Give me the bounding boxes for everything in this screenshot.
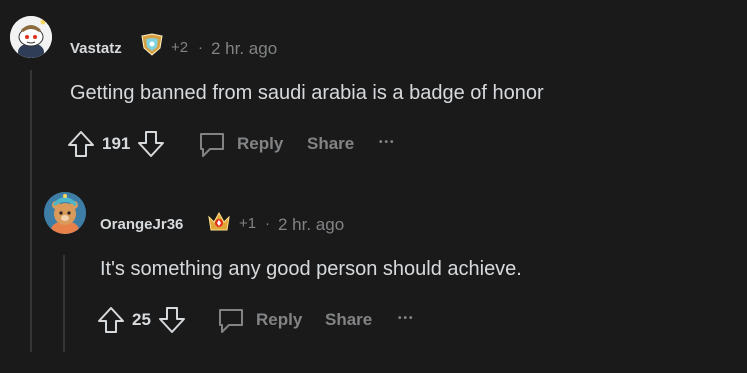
comment-actions: 25 [96, 304, 187, 336]
bear-avatar-icon [44, 192, 86, 234]
more-options-button[interactable]: ••• [398, 302, 415, 334]
timestamp[interactable]: 2 hr. ago [211, 39, 277, 59]
reply-label: Reply [256, 310, 303, 329]
reply-button[interactable]: Reply [197, 128, 283, 160]
more-options-button[interactable]: ••• [379, 126, 396, 158]
meta-separator: · [198, 39, 203, 56]
vote-count: 191 [102, 134, 131, 153]
downvote-arrow-icon[interactable] [136, 129, 166, 159]
karma-indicator: +1 [239, 215, 257, 232]
comment-body: It's something any good person should ac… [100, 258, 522, 280]
shield-award-icon[interactable] [139, 33, 165, 57]
timestamp[interactable]: 2 hr. ago [278, 215, 344, 235]
meta-separator: · [265, 215, 270, 232]
share-button[interactable]: Share [307, 128, 354, 160]
thread-line-root[interactable] [30, 70, 32, 352]
more-options-icon: ••• [379, 136, 396, 148]
reply-label: Reply [237, 134, 284, 153]
comment-bubble-icon [216, 305, 246, 335]
snoo-avatar-icon [10, 16, 52, 58]
karma-indicator: +2 [171, 39, 189, 56]
share-label: Share [307, 134, 355, 153]
avatar[interactable] [44, 192, 86, 234]
username[interactable]: Vastatz [70, 40, 122, 57]
share-label: Share [325, 310, 373, 329]
username[interactable]: OrangeJr36 [100, 216, 183, 233]
upvote-arrow-icon[interactable] [66, 129, 96, 159]
thread-line-reply[interactable] [63, 255, 65, 352]
comment-body: Getting banned from saudi arabia is a ba… [70, 82, 544, 104]
vote-count: 25 [132, 310, 151, 329]
share-button[interactable]: Share [325, 304, 372, 336]
comment-bubble-icon [197, 129, 227, 159]
upvote-arrow-icon[interactable] [96, 305, 126, 335]
crown-award-icon[interactable] [206, 210, 232, 234]
reply-button[interactable]: Reply [216, 304, 302, 336]
avatar[interactable] [10, 16, 52, 58]
more-options-icon: ••• [398, 312, 415, 324]
downvote-arrow-icon[interactable] [157, 305, 187, 335]
comment-actions: 191 [66, 128, 166, 160]
